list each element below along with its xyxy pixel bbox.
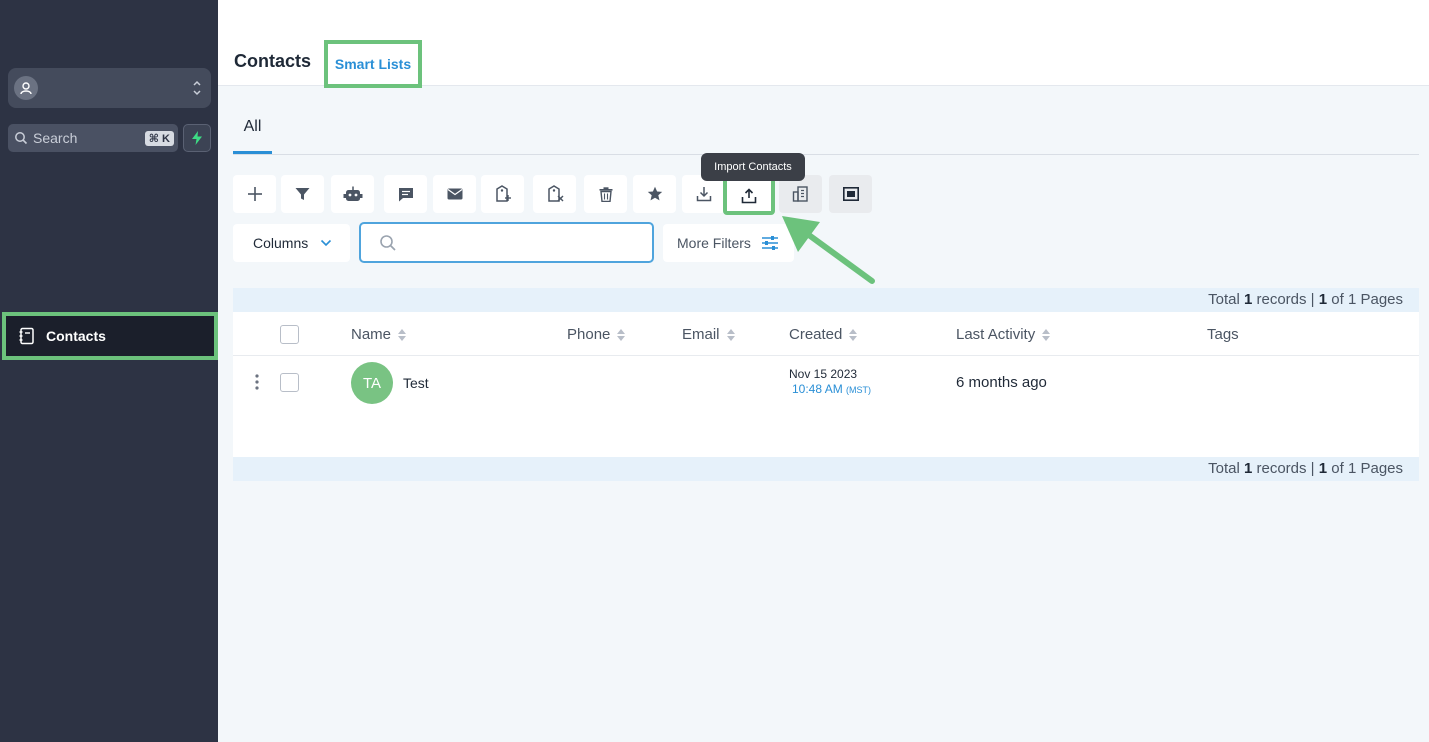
pager-page-number: 1 xyxy=(1318,291,1328,308)
company-icon xyxy=(792,186,808,202)
delete-button[interactable] xyxy=(584,175,627,213)
column-label: Last Activity xyxy=(956,326,1036,343)
download-icon xyxy=(696,187,711,202)
search-icon xyxy=(380,235,396,251)
column-header-created[interactable]: Created xyxy=(789,326,858,343)
pagination-summary-top: Total 1 records | 1 of 1 Pages xyxy=(233,288,1419,312)
pager-total-label: Total xyxy=(1208,460,1240,477)
sort-icon xyxy=(726,328,735,341)
column-label: Name xyxy=(351,326,392,343)
tab-divider xyxy=(233,154,1419,155)
sidebar-item-contacts[interactable]: Contacts xyxy=(2,312,218,360)
add-contact-button[interactable] xyxy=(233,175,276,213)
pager-records-label: records | xyxy=(1256,460,1315,477)
search-icon xyxy=(15,132,28,145)
sidebar: Search ⌘ K Contacts xyxy=(0,0,218,742)
column-header-last-activity[interactable]: Last Activity xyxy=(956,326,1051,343)
remove-tag-button[interactable] xyxy=(533,175,576,213)
sliders-icon xyxy=(761,236,778,250)
automation-button[interactable] xyxy=(331,175,374,213)
import-contacts-button[interactable] xyxy=(723,177,775,215)
column-header-name[interactable]: Name xyxy=(351,326,407,343)
created-time-value: 10:48 AM xyxy=(792,382,843,396)
column-header-email[interactable]: Email xyxy=(682,326,736,343)
robot-icon xyxy=(343,186,362,201)
column-label: Created xyxy=(789,326,843,343)
pager-of-pages: of 1 Pages xyxy=(1331,460,1403,477)
sidebar-search[interactable]: Search ⌘ K xyxy=(8,124,178,152)
page-title: Contacts xyxy=(234,51,312,71)
merge-icon xyxy=(842,187,859,201)
filter-icon xyxy=(295,188,310,200)
pager-records-label: records | xyxy=(1256,291,1315,308)
favorite-button[interactable] xyxy=(633,175,676,213)
import-contacts-tooltip: Import Contacts xyxy=(701,153,805,181)
tab-smart-lists[interactable]: Smart Lists xyxy=(324,40,422,88)
lightning-icon xyxy=(192,131,202,145)
pager-page-number: 1 xyxy=(1318,460,1328,477)
created-date: Nov 15 2023 xyxy=(789,367,858,381)
column-label: Phone xyxy=(567,326,611,343)
column-label: Email xyxy=(682,326,720,343)
add-tag-icon xyxy=(495,185,511,202)
quick-actions-button[interactable] xyxy=(183,124,211,152)
sort-icon xyxy=(398,328,407,341)
select-all-checkbox[interactable] xyxy=(280,325,299,344)
column-label: Tags xyxy=(1207,326,1239,343)
merge-button[interactable] xyxy=(829,175,872,213)
more-filters-button[interactable]: More Filters xyxy=(663,224,794,262)
annotation-arrow xyxy=(782,216,875,284)
sort-icon xyxy=(1042,328,1051,341)
remove-tag-icon xyxy=(547,185,563,202)
pager-total-count: 1 xyxy=(1243,291,1253,308)
page-header: Contacts Smart Lists xyxy=(218,0,1429,88)
sidebar-item-label: Contacts xyxy=(46,328,106,344)
column-header-phone[interactable]: Phone xyxy=(567,326,626,343)
sort-icon xyxy=(617,328,626,341)
columns-dropdown[interactable]: Columns xyxy=(233,224,350,262)
row-checkbox[interactable] xyxy=(280,373,299,392)
sort-icon xyxy=(849,328,858,341)
created-time: 10:48 AM (MST) xyxy=(792,382,871,396)
more-filters-label: More Filters xyxy=(677,235,751,251)
sidebar-search-label: Search xyxy=(33,130,78,146)
send-email-button[interactable] xyxy=(433,175,476,213)
chevron-down-icon xyxy=(321,239,332,247)
add-tag-button[interactable] xyxy=(481,175,524,213)
import-icon xyxy=(741,188,757,204)
pager-of-pages: of 1 Pages xyxy=(1331,291,1403,308)
table-header: Name Phone Email Created Last Activity T… xyxy=(233,312,1419,356)
columns-label: Columns xyxy=(253,235,309,251)
user-avatar-icon xyxy=(14,76,38,100)
contact-avatar: TA xyxy=(351,362,393,404)
pager-total-count: 1 xyxy=(1243,460,1253,477)
chevron-updown-icon xyxy=(193,80,201,96)
filter-button[interactable] xyxy=(281,175,324,213)
email-icon xyxy=(447,188,462,200)
pager-total-label: Total xyxy=(1208,291,1240,308)
last-activity: 6 months ago xyxy=(956,374,1047,391)
star-icon xyxy=(647,186,662,201)
send-sms-button[interactable] xyxy=(384,175,427,213)
pagination-summary-bottom: Total 1 records | 1 of 1 Pages xyxy=(233,457,1419,481)
plus-icon xyxy=(247,187,262,201)
search-shortcut-badge: ⌘ K xyxy=(144,130,174,146)
sms-icon xyxy=(398,187,413,201)
contact-search-input[interactable] xyxy=(403,233,643,253)
row-actions-icon[interactable] xyxy=(255,374,259,390)
contact-name-link[interactable]: Test xyxy=(403,375,429,391)
contacts-book-icon xyxy=(19,327,34,345)
created-timezone: (MST) xyxy=(846,385,872,395)
contact-search-box[interactable] xyxy=(359,222,654,263)
trash-icon xyxy=(599,186,612,202)
contacts-table: Name Phone Email Created Last Activity T… xyxy=(233,312,1419,457)
column-header-tags: Tags xyxy=(1207,326,1239,343)
account-switcher[interactable] xyxy=(8,68,211,108)
tab-all[interactable]: All xyxy=(233,114,272,154)
